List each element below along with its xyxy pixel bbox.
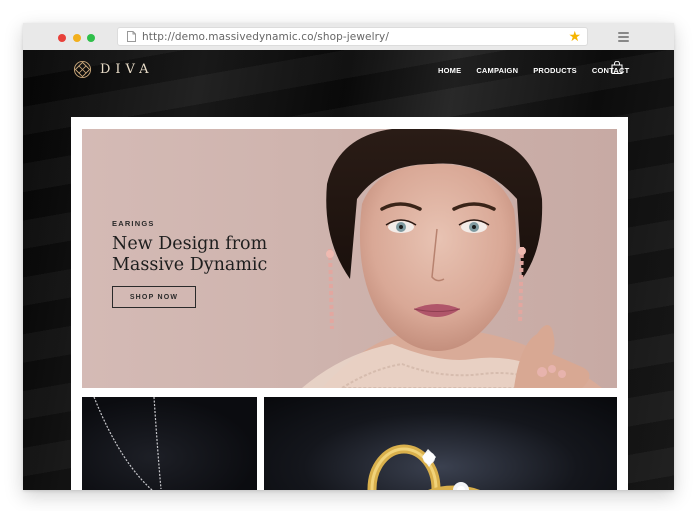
url-text: http://demo.massivedynamic.co/shop-jewel… — [142, 31, 389, 43]
browser-window: http://demo.massivedynamic.co/shop-jewel… — [23, 23, 674, 490]
diamond-logo-icon — [73, 60, 92, 79]
rings-image — [367, 444, 480, 490]
page-icon — [127, 31, 136, 42]
minimize-window-button[interactable] — [73, 34, 81, 42]
close-window-button[interactable] — [58, 34, 66, 42]
hero-title: New Design from Massive Dynamic — [112, 234, 268, 275]
shopping-bag-icon[interactable] — [611, 61, 623, 74]
browser-toolbar: http://demo.massivedynamic.co/shop-jewel… — [23, 23, 674, 50]
main-content: EARINGS New Design from Massive Dynamic … — [71, 117, 628, 490]
shop-now-button[interactable]: SHOP NOW — [112, 286, 196, 308]
hamburger-menu-icon[interactable] — [618, 32, 629, 42]
site-logo[interactable]: DIVA — [73, 60, 153, 79]
nav-products[interactable]: PRODUCTS — [533, 66, 577, 75]
rings-product-tile[interactable] — [264, 397, 617, 490]
nav-home[interactable]: HOME — [438, 66, 461, 75]
address-bar[interactable]: http://demo.massivedynamic.co/shop-jewel… — [117, 27, 588, 46]
necklace-image — [93, 397, 162, 490]
necklace-product-tile[interactable] — [82, 397, 257, 490]
hero-eyebrow: EARINGS — [112, 219, 155, 228]
logo-text: DIVA — [100, 62, 154, 77]
nav-campaign[interactable]: CAMPAIGN — [476, 66, 518, 75]
star-icon[interactable]: ★ — [568, 28, 581, 45]
model-photo — [302, 129, 602, 388]
website-page: DIVA HOME CAMPAIGN PRODUCTS CONTACT EARI… — [23, 50, 674, 490]
hero-caption: EARINGS New Design from Massive Dynamic … — [112, 219, 282, 308]
hero-banner: EARINGS New Design from Massive Dynamic … — [82, 129, 617, 388]
maximize-window-button[interactable] — [87, 34, 95, 42]
